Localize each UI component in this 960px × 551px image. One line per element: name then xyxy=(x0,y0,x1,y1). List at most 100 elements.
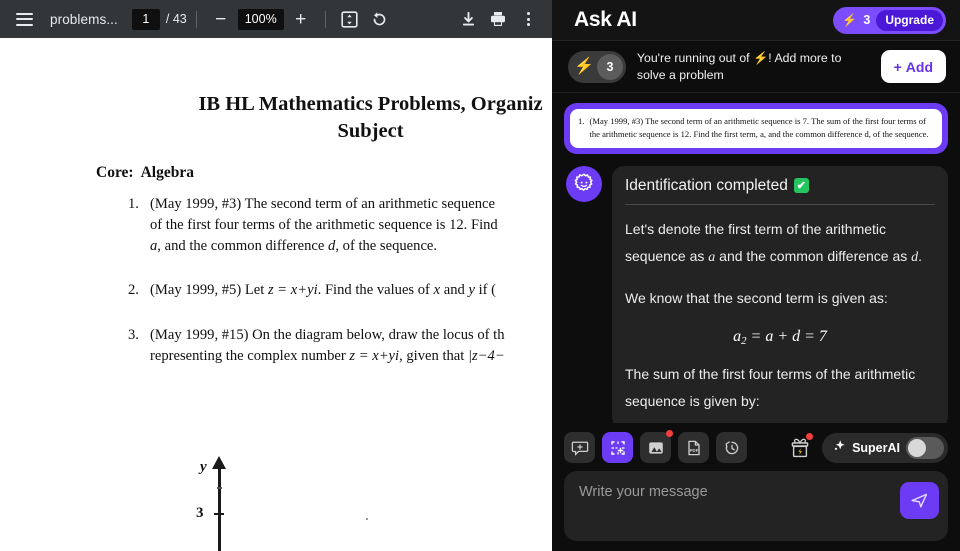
fit-to-page-icon[interactable] xyxy=(335,4,365,34)
rotate-icon[interactable] xyxy=(365,4,395,34)
problem-text: (May 1999, #5) Let z = x+yi. Find the va… xyxy=(150,280,552,301)
ai-panel-header: Ask AI ⚡ 3 Upgrade xyxy=(552,0,960,41)
axis-minor-tick xyxy=(217,487,222,489)
page-total-label: / 43 xyxy=(165,12,187,26)
problem2-pre: (May 1999, #5) Let xyxy=(150,282,268,299)
ai-tool-row: PDF SuperAI xyxy=(564,429,948,471)
page-title-line1: IB HL Mathematics Problems, Organiz xyxy=(198,93,543,115)
page-title-line2: Subject xyxy=(337,120,404,143)
message-input-placeholder[interactable]: Write your message xyxy=(579,484,888,500)
problem2-and: and xyxy=(440,282,469,299)
response-heading: Identification completed ✔ xyxy=(625,177,935,195)
add-credits-button[interactable]: + Add xyxy=(880,50,946,84)
upgrade-button[interactable]: Upgrade xyxy=(876,9,943,31)
section-label: Core: xyxy=(96,164,134,182)
locus-diagram: y 3 2 xyxy=(196,453,526,551)
quoted-question-content: 1. (May 1999, #3) The second term of an … xyxy=(570,109,942,148)
y-axis-line xyxy=(218,467,221,551)
sparkle-icon xyxy=(833,439,846,457)
send-icon[interactable] xyxy=(900,482,939,519)
gift-icon[interactable] xyxy=(784,432,815,463)
ai-message-row: Identification completed ✔ Let's denote … xyxy=(552,154,960,430)
crop-select-icon[interactable] xyxy=(602,432,633,463)
ai-response-bubble: Identification completed ✔ Let's denote … xyxy=(612,165,948,430)
app-root: problems... 1 / 43 − 100% + IB HL Mathem… xyxy=(0,0,960,551)
print-icon[interactable] xyxy=(483,4,513,34)
superai-label: SuperAI xyxy=(852,440,900,455)
problem-list: 1. (May 1999, #3) The second term of an … xyxy=(0,194,552,366)
problem3-line-1: (May 1999, #15) On the diagram below, dr… xyxy=(150,326,505,343)
response-paragraph-1: Let's denote the first term of the arith… xyxy=(625,216,935,272)
green-check-icon: ✔ xyxy=(793,178,809,194)
y-axis-label: y xyxy=(200,459,207,475)
p1-part-c: . xyxy=(918,248,923,265)
problem-text: (May 1999, #15) On the diagram below, dr… xyxy=(150,325,552,366)
problem-number: 1. xyxy=(128,196,139,213)
problem-number: 3. xyxy=(128,326,139,343)
credit-count: 3 xyxy=(863,13,871,27)
toolbar-divider xyxy=(195,10,197,28)
zoom-level-value[interactable]: 100% xyxy=(237,8,284,30)
credits-chip: ⚡ 3 xyxy=(568,50,626,83)
problem-line-3-end: , of the sequence. xyxy=(335,237,438,254)
math-rest: = a + d = 7 xyxy=(746,327,827,345)
response-paragraph-3: The sum of the first four terms of the a… xyxy=(625,365,916,410)
zoom-out-button[interactable]: − xyxy=(206,4,236,34)
section-name: Algebra xyxy=(140,164,194,182)
quoted-question-card[interactable]: 1. (May 1999, #3) The second term of an … xyxy=(564,103,948,154)
response-heading-text: Identification completed xyxy=(625,176,788,194)
credits-count: 3 xyxy=(596,53,623,80)
plus-icon: + xyxy=(893,58,902,75)
page-number-input[interactable]: 1 xyxy=(131,8,160,30)
lightning-bolt-icon: ⚡ xyxy=(842,13,858,27)
credits-upgrade-pill[interactable]: ⚡ 3 Upgrade xyxy=(833,6,946,34)
problem3-line-2-pre: representing the complex number xyxy=(150,347,350,364)
add-label: Add xyxy=(905,58,933,75)
credits-warning-bar: ⚡ 3 You're running out of ⚡! Add more to… xyxy=(552,41,960,94)
problem-text: (May 1999, #3) The second term of an ari… xyxy=(150,194,552,256)
download-icon[interactable] xyxy=(453,4,483,34)
ai-sun-avatar-icon xyxy=(566,165,602,202)
problem-line-1: (May 1999, #3) The second term of an ari… xyxy=(150,196,495,213)
diagram-dot xyxy=(366,518,368,520)
list-item: 2. (May 1999, #5) Let z = x+yi. Find the… xyxy=(0,280,552,301)
hamburger-menu-icon[interactable] xyxy=(9,4,39,34)
toolbar-divider-2 xyxy=(324,10,326,28)
message-composer[interactable]: Write your message xyxy=(564,471,948,541)
image-upload-icon[interactable] xyxy=(640,430,673,463)
problem3-end: |z−4− xyxy=(467,347,505,364)
response-paragraph-2: We know that the second term is given as… xyxy=(625,289,888,306)
problem2-end: if ( xyxy=(474,282,496,299)
ai-panel-title: Ask AI xyxy=(574,8,637,31)
problem2-expr: z = x+yi xyxy=(267,282,318,299)
problem3-expr: z = x+yi xyxy=(349,347,400,364)
section-heading: Core: Algebra xyxy=(96,164,552,182)
problem3-mid: , given that xyxy=(399,347,468,364)
notification-dot xyxy=(806,433,814,440)
new-chat-icon[interactable] xyxy=(564,432,595,463)
problem-number: 2. xyxy=(128,282,139,299)
svg-text:PDF: PDF xyxy=(689,448,698,453)
lightning-bolt-icon: ⚡ xyxy=(574,57,594,75)
math-expression-1: a2 = a + d = 7 xyxy=(625,328,935,347)
ai-panel-footer: PDF SuperAI Write your message xyxy=(552,423,960,551)
problem2-mid: . Find the values of xyxy=(317,282,434,299)
page-title: IB HL Mathematics Problems, Organiz Subj… xyxy=(18,38,552,145)
pdf-toolbar: problems... 1 / 43 − 100% + xyxy=(0,0,552,38)
pdf-viewer-pane: problems... 1 / 43 − 100% + IB HL Mathem… xyxy=(0,0,552,551)
list-item: 3. (May 1999, #15) On the diagram below,… xyxy=(0,325,552,366)
p1-part-b: and the common difference as xyxy=(715,248,912,265)
zoom-in-button[interactable]: + xyxy=(286,4,316,34)
history-icon[interactable] xyxy=(716,432,747,463)
quoted-question-number: 1. xyxy=(578,116,585,127)
warning-message: You're running out of ⚡! Add more to sol… xyxy=(636,51,842,82)
superai-toggle[interactable]: SuperAI xyxy=(822,432,948,463)
heading-divider xyxy=(625,203,935,205)
problem-line-2: of the first four terms of the arithmeti… xyxy=(150,216,498,233)
more-options-icon[interactable] xyxy=(513,4,543,34)
pdf-upload-icon[interactable]: PDF xyxy=(678,432,709,463)
ask-ai-panel: Ask AI ⚡ 3 Upgrade ⚡ 3 You're running ou… xyxy=(552,0,960,551)
axis-tick-3 xyxy=(214,513,224,515)
superai-switch[interactable] xyxy=(906,436,944,459)
list-item: 1. (May 1999, #3) The second term of an … xyxy=(0,194,552,256)
